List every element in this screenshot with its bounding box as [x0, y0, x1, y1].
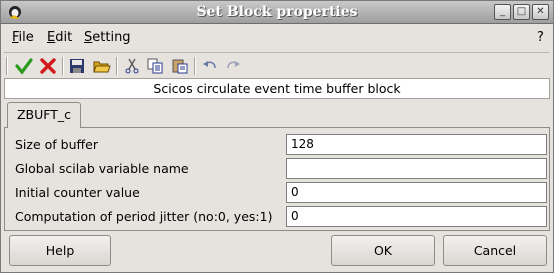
initial-counter-input[interactable]: 0 — [286, 182, 547, 203]
menu-edit[interactable]: Edit — [47, 30, 72, 45]
cancel-x-icon[interactable] — [38, 56, 58, 76]
window-title: Set Block properties — [196, 4, 358, 20]
buffer-size-input[interactable]: 128 — [286, 134, 547, 155]
block-description: Scicos circulate event time buffer block — [4, 78, 550, 99]
menu-file-label: File — [12, 30, 34, 45]
minimize-button[interactable]: _ — [494, 4, 511, 20]
period-jitter-input[interactable]: 0 — [286, 206, 547, 227]
toolbar — [4, 52, 550, 78]
dialog-window: Set Block properties _ □ ✕ File Edit Set… — [0, 0, 554, 273]
paste-icon[interactable] — [170, 56, 190, 76]
toolbar-separator — [62, 57, 64, 75]
redo-icon[interactable] — [223, 56, 243, 76]
help-button[interactable]: Help — [9, 235, 111, 266]
menu-edit-label: Edit — [47, 30, 73, 45]
field-label-buffer-size: Size of buffer — [15, 137, 98, 152]
menu-file[interactable]: File — [12, 30, 34, 45]
open-folder-icon[interactable] — [92, 56, 112, 76]
cut-icon[interactable] — [122, 56, 142, 76]
close-window-button[interactable]: ✕ — [532, 4, 549, 20]
toolbar-separator — [194, 57, 196, 75]
field-label-scilab-variable: Global scilab variable name — [15, 161, 189, 176]
maximize-button[interactable]: □ — [513, 4, 530, 20]
copy-icon[interactable] — [145, 56, 165, 76]
menu-setting[interactable]: Setting — [84, 30, 131, 45]
cancel-button[interactable]: Cancel — [443, 235, 547, 266]
menu-bar: File Edit Setting ? — [1, 25, 553, 50]
tab-zbuft-c[interactable]: ZBUFT_c — [7, 102, 81, 128]
field-label-period-jitter: Computation of period jitter (no:0, yes:… — [15, 209, 273, 224]
ok-check-icon[interactable] — [14, 56, 34, 76]
ok-button[interactable]: OK — [331, 235, 435, 266]
scilab-variable-input[interactable] — [286, 158, 547, 179]
toolbar-separator — [6, 57, 8, 75]
menu-help[interactable]: ? — [537, 30, 544, 45]
toolbar-separator — [116, 57, 118, 75]
save-icon[interactable] — [67, 56, 87, 76]
menu-setting-label: Setting — [84, 30, 131, 45]
undo-icon[interactable] — [200, 56, 220, 76]
field-label-initial-counter: Initial counter value — [15, 185, 140, 200]
parameters-panel: Size of buffer 128 Global scilab variabl… — [4, 127, 550, 231]
title-bar[interactable]: Set Block properties _ □ ✕ — [1, 1, 553, 24]
